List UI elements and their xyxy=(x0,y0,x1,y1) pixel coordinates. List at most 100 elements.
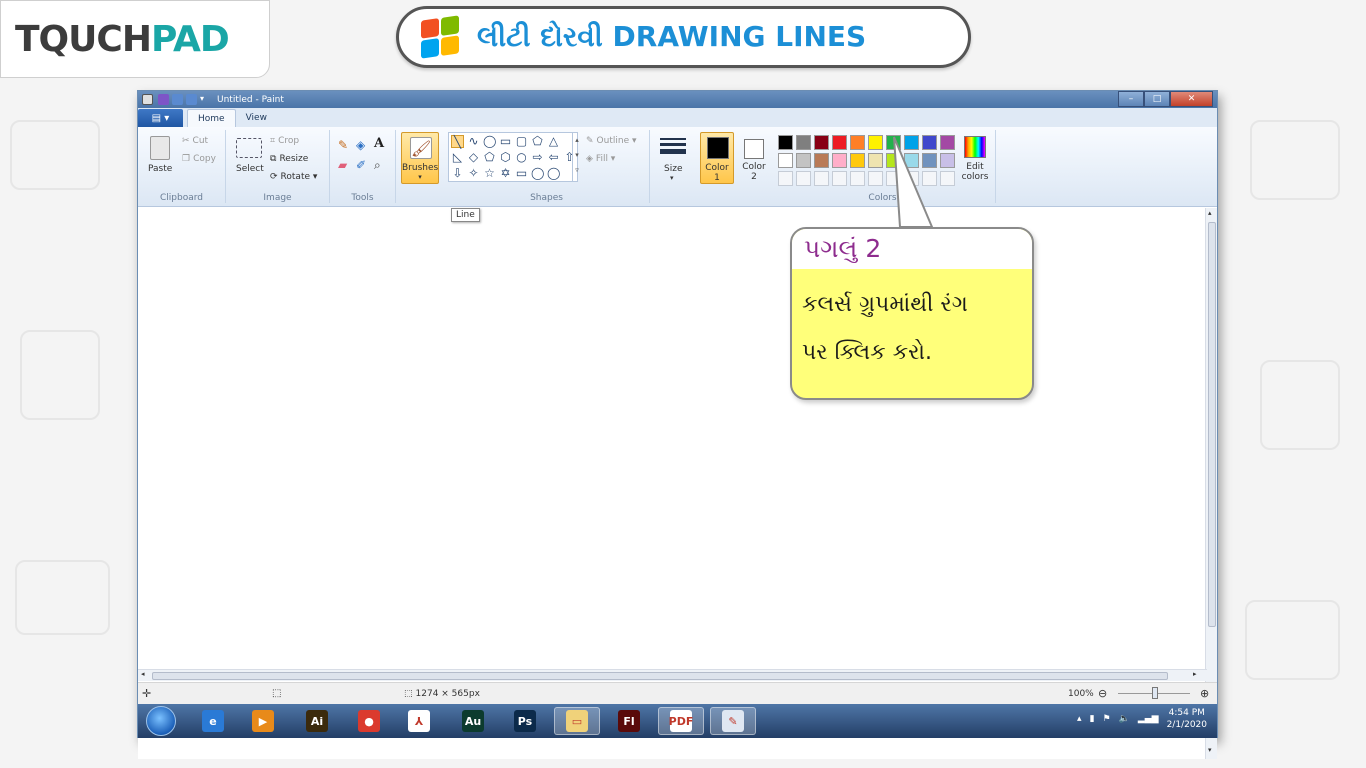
select-icon[interactable] xyxy=(236,138,262,158)
color2-label[interactable]: Color xyxy=(738,162,770,172)
fill-bucket-icon[interactable]: ◈ xyxy=(356,138,365,152)
taskbar-flash-button[interactable]: Fl xyxy=(606,707,652,735)
scroll-left-icon[interactable]: ◂ xyxy=(141,670,145,678)
start-button[interactable] xyxy=(146,706,176,736)
line-shape-icon[interactable]: ╲ xyxy=(451,135,464,149)
pentagon-shape-icon[interactable]: ⬠ xyxy=(483,151,496,164)
clock[interactable]: 4:54 PM 2/1/2020 xyxy=(1167,707,1207,731)
rotate-button[interactable]: ⟳ Rotate ▾ xyxy=(270,172,317,182)
five-point-star-icon[interactable]: ☆ xyxy=(483,167,496,180)
paste-button[interactable]: Paste xyxy=(148,164,172,174)
crop-button[interactable]: ⌗ Crop xyxy=(270,136,299,146)
taskbar-audition-button[interactable]: Au xyxy=(450,707,496,735)
customize-qat-icon[interactable]: ▾ xyxy=(200,94,204,105)
zoom-in-icon[interactable]: ⊕ xyxy=(1200,687,1209,700)
oval-callout-icon[interactable]: ◯ xyxy=(531,167,544,180)
taskbar-acrobat-button[interactable]: ⅄ xyxy=(396,707,442,735)
left-arrow-shape-icon[interactable]: ⇦ xyxy=(547,151,560,164)
brushes-button[interactable]: 🖌 Brushes ▾ xyxy=(401,132,439,184)
octagon-shape-icon[interactable]: ○ xyxy=(515,151,528,164)
redo-icon[interactable] xyxy=(186,94,197,105)
cloud-callout-icon[interactable]: ◯ xyxy=(547,167,560,180)
zoom-slider-thumb[interactable] xyxy=(1152,687,1158,699)
color-swatch[interactable] xyxy=(850,135,865,150)
undo-icon[interactable] xyxy=(172,94,183,105)
rounded-rectangle-shape-icon[interactable]: ▢ xyxy=(515,135,528,148)
resize-button[interactable]: ⧉ Resize xyxy=(270,154,308,164)
oval-shape-icon[interactable]: ◯ xyxy=(483,135,496,148)
show-hidden-icons-icon[interactable]: ▴ xyxy=(1077,714,1082,724)
custom-color-slot[interactable] xyxy=(850,171,865,186)
pencil-icon[interactable]: ✎ xyxy=(338,138,348,152)
network-icon[interactable]: ▂▄▆ xyxy=(1138,714,1159,724)
outline-button[interactable]: ✎ Outline ▾ xyxy=(586,136,636,146)
triangle-shape-icon[interactable]: △ xyxy=(547,135,560,148)
size-dropdown-icon[interactable]: ▾ xyxy=(670,174,674,182)
size-button[interactable]: Size xyxy=(664,164,682,174)
paste-icon[interactable] xyxy=(150,136,170,160)
tab-view[interactable]: View xyxy=(236,109,277,127)
color-swatch[interactable] xyxy=(832,135,847,150)
taskbar-pdf-button[interactable]: PDF xyxy=(658,707,704,735)
hexagon-shape-icon[interactable]: ⬡ xyxy=(499,151,512,164)
scroll-down-icon[interactable]: ▾ xyxy=(1208,746,1212,754)
rectangle-shape-icon[interactable]: ▭ xyxy=(499,135,512,148)
minimize-button[interactable]: – xyxy=(1118,91,1144,107)
color-swatch[interactable] xyxy=(940,153,955,168)
taskbar-illustrator-button[interactable]: Ai xyxy=(294,707,340,735)
eraser-icon[interactable]: ▰ xyxy=(338,158,347,172)
polygon-shape-icon[interactable]: ⬠ xyxy=(531,135,544,148)
text-tool-icon[interactable]: A xyxy=(374,136,384,151)
horizontal-scroll-thumb[interactable] xyxy=(152,672,1168,680)
fill-button[interactable]: ◈ Fill ▾ xyxy=(586,154,615,164)
color2-swatch[interactable] xyxy=(744,139,764,159)
color-swatch[interactable] xyxy=(796,135,811,150)
color-swatch[interactable] xyxy=(778,153,793,168)
custom-color-slot[interactable] xyxy=(940,171,955,186)
custom-color-slot[interactable] xyxy=(814,171,829,186)
color1-button[interactable]: Color 1 xyxy=(700,132,734,184)
copy-button[interactable]: ❐ Copy xyxy=(182,154,216,164)
custom-color-slot[interactable] xyxy=(796,171,811,186)
horizontal-scrollbar[interactable]: ◂ ▸ xyxy=(138,669,1207,681)
color-swatch[interactable] xyxy=(832,153,847,168)
right-arrow-shape-icon[interactable]: ⇨ xyxy=(531,151,544,164)
edit-colors-icon[interactable] xyxy=(964,136,986,158)
save-icon[interactable] xyxy=(158,94,169,105)
color-swatch[interactable] xyxy=(940,135,955,150)
curve-shape-icon[interactable]: ∿ xyxy=(467,135,480,148)
taskbar-paint-button[interactable]: ✎ xyxy=(710,707,756,735)
tab-home[interactable]: Home xyxy=(187,109,236,127)
taskbar-explorer-button[interactable]: ▭ xyxy=(554,707,600,735)
right-triangle-shape-icon[interactable]: ◺ xyxy=(451,151,464,164)
down-arrow-shape-icon[interactable]: ⇩ xyxy=(451,167,464,180)
rect-callout-icon[interactable]: ▭ xyxy=(515,167,528,180)
color-swatch[interactable] xyxy=(796,153,811,168)
size-lines-icon[interactable] xyxy=(660,138,686,154)
custom-color-slot[interactable] xyxy=(778,171,793,186)
taskbar-chrome-button[interactable]: ● xyxy=(346,707,392,735)
maximize-button[interactable]: □ xyxy=(1144,91,1170,107)
zoom-out-icon[interactable]: ⊖ xyxy=(1098,687,1107,700)
volume-icon[interactable]: 🔈 xyxy=(1119,714,1130,724)
action-center-icon[interactable]: ⚑ xyxy=(1103,714,1111,724)
six-point-star-icon[interactable]: ✡ xyxy=(499,167,512,180)
taskbar-media-button[interactable]: ▶ xyxy=(240,707,286,735)
close-button[interactable]: ✕ xyxy=(1170,91,1213,107)
magnifier-icon[interactable]: ⌕ xyxy=(374,158,381,173)
color-swatch[interactable] xyxy=(778,135,793,150)
select-button[interactable]: Select xyxy=(236,164,264,174)
color-swatch[interactable] xyxy=(850,153,865,168)
edit-colors-button[interactable]: Edit colors xyxy=(956,162,994,182)
battery-icon[interactable]: ▮ xyxy=(1090,714,1095,724)
taskbar-photoshop-button[interactable]: Ps xyxy=(502,707,548,735)
four-point-star-icon[interactable]: ✧ xyxy=(467,167,480,180)
cut-button[interactable]: ✂ Cut xyxy=(182,136,208,146)
color-swatch[interactable] xyxy=(814,153,829,168)
color-swatch[interactable] xyxy=(814,135,829,150)
scroll-right-icon[interactable]: ▸ xyxy=(1193,670,1197,678)
diamond-shape-icon[interactable]: ◇ xyxy=(467,151,480,164)
taskbar-ie-button[interactable]: e xyxy=(190,707,236,735)
vertical-scroll-thumb[interactable] xyxy=(1208,222,1216,627)
scroll-up-icon[interactable]: ▴ xyxy=(1208,209,1212,217)
